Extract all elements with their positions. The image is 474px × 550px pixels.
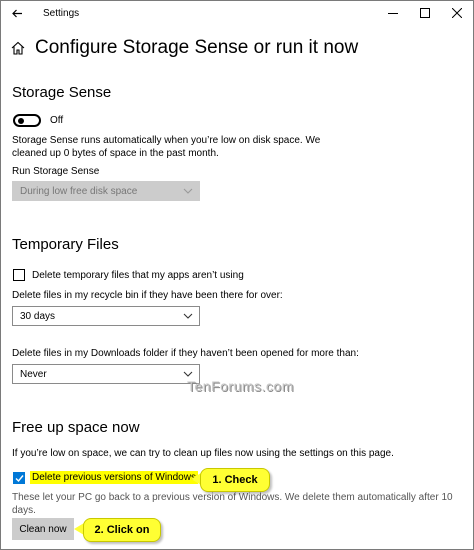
storage-sense-heading: Storage Sense bbox=[12, 84, 112, 101]
delete-previous-windows-checkbox[interactable] bbox=[13, 472, 25, 484]
checkmark-icon bbox=[15, 475, 24, 483]
page-title: Configure Storage Sense or run it now bbox=[35, 37, 359, 58]
run-storage-sense-value: During low free disk space bbox=[20, 185, 138, 197]
delete-previous-windows-text: Delete previous versions of Windows bbox=[30, 471, 198, 484]
close-icon bbox=[452, 8, 462, 18]
window-controls bbox=[377, 1, 473, 25]
free-up-intro: If you’re low on space, we can try to cl… bbox=[12, 448, 394, 459]
back-arrow-icon bbox=[11, 9, 22, 17]
delete-temp-files-checkbox[interactable] bbox=[13, 269, 25, 281]
run-storage-sense-dropdown[interactable]: During low free disk space bbox=[12, 181, 200, 201]
callout-1: 1. Check bbox=[200, 468, 270, 492]
chevron-down-icon bbox=[183, 188, 193, 194]
recycle-bin-label: Delete files in my recycle bin if they h… bbox=[12, 290, 283, 301]
page-header: Configure Storage Sense or run it now bbox=[11, 37, 358, 59]
recycle-bin-value: 30 days bbox=[20, 310, 56, 322]
run-storage-sense-label: Run Storage Sense bbox=[12, 166, 100, 177]
title-bar: Settings bbox=[1, 1, 473, 25]
minimize-icon bbox=[388, 13, 398, 14]
home-icon bbox=[11, 41, 25, 55]
toggle-knob bbox=[18, 118, 24, 124]
maximize-button[interactable] bbox=[409, 1, 441, 25]
downloads-label: Delete files in my Downloads folder if t… bbox=[12, 348, 359, 359]
toggle-state-label: Off bbox=[50, 115, 64, 126]
minimize-button[interactable] bbox=[377, 1, 409, 25]
storage-sense-description-1: Storage Sense runs automatically when yo… bbox=[12, 135, 321, 146]
downloads-value: Never bbox=[20, 368, 47, 380]
delete-previous-windows-description: These let your PC go back to a previous … bbox=[12, 492, 453, 516]
recycle-bin-dropdown[interactable]: 30 days bbox=[12, 306, 200, 326]
downloads-dropdown[interactable]: Never bbox=[12, 364, 200, 384]
callout-2: 2. Click on bbox=[83, 518, 161, 542]
back-button[interactable] bbox=[1, 1, 33, 25]
storage-sense-toggle[interactable] bbox=[13, 114, 41, 127]
temporary-files-heading: Temporary Files bbox=[12, 236, 119, 253]
settings-window: Settings Configure Storage Sense or run … bbox=[0, 0, 474, 550]
watermark: TenForums.com bbox=[187, 378, 294, 394]
window-title: Settings bbox=[43, 7, 80, 19]
close-button[interactable] bbox=[441, 1, 473, 25]
storage-sense-description-2: cleaned up 0 bytes of space in the past … bbox=[12, 148, 219, 159]
maximize-icon bbox=[420, 8, 430, 18]
delete-previous-windows-label: Delete previous versions of Windows bbox=[30, 471, 198, 484]
chevron-down-icon bbox=[183, 313, 193, 319]
clean-now-button[interactable]: Clean now bbox=[12, 518, 74, 540]
free-up-space-heading: Free up space now bbox=[12, 419, 140, 436]
delete-temp-files-label: Delete temporary files that my apps aren… bbox=[32, 270, 244, 281]
